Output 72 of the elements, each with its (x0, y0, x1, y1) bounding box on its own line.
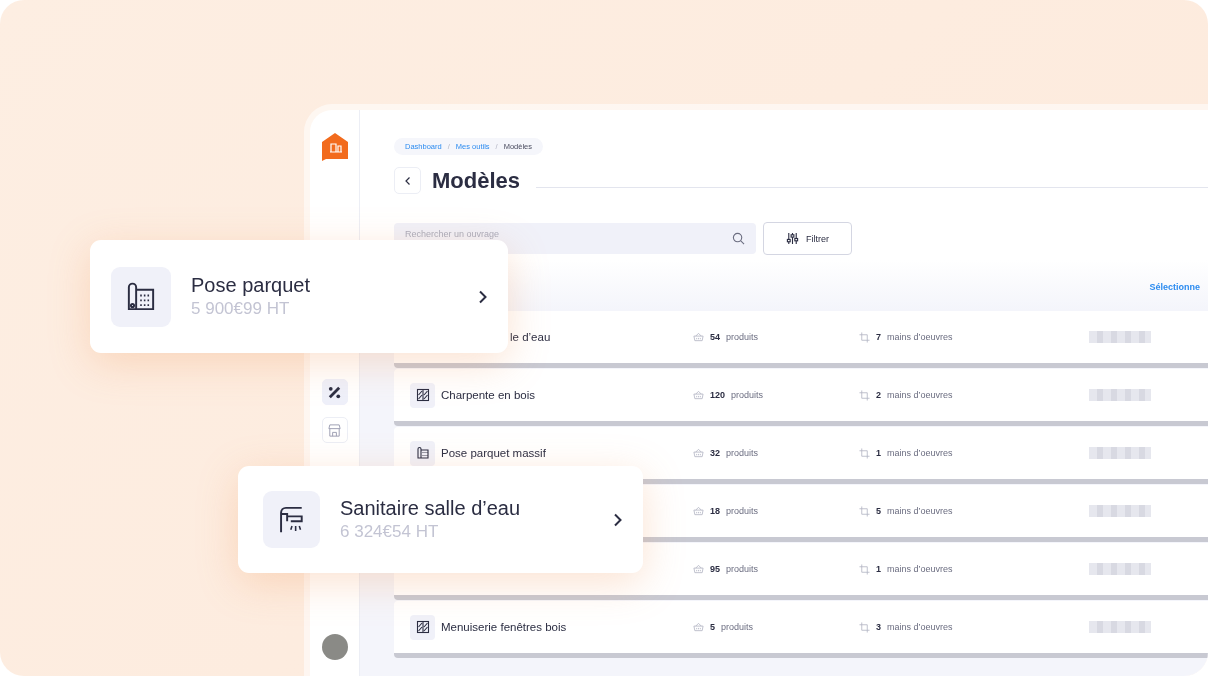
products-count: 120 (710, 390, 726, 400)
products-label: produits (726, 564, 759, 574)
blurred-price (1089, 389, 1151, 401)
labor-count: 1 (876, 448, 881, 458)
products-label: produits (726, 506, 759, 516)
crop-icon (859, 331, 870, 343)
labor-count: 2 (876, 390, 881, 400)
blurred-price (1089, 505, 1151, 517)
labor-count: 7 (876, 332, 881, 342)
crop-icon (859, 505, 870, 517)
basket-icon (693, 390, 704, 400)
model-name: Charpente en bois (441, 389, 535, 401)
filter-button[interactable]: Filtrer (763, 222, 852, 255)
crop-icon (859, 563, 870, 575)
crop-icon (859, 389, 870, 401)
model-name: Pose parquet massif (441, 447, 546, 459)
products-label: produits (721, 622, 754, 632)
products-count: 54 (710, 332, 720, 342)
labor-label: mains d’oeuvres (887, 332, 953, 342)
labor-label: mains d’oeuvres (887, 564, 953, 574)
window-frame-icon (410, 382, 435, 408)
store-nav-button[interactable] (321, 417, 348, 443)
card-title: Pose parquet (191, 274, 311, 297)
basket-icon (693, 448, 704, 458)
labor-count: 1 (876, 564, 881, 574)
faucet-icon (263, 491, 320, 548)
labor-label: mains d’oeuvres (887, 506, 953, 516)
page-title: Modèles (432, 167, 521, 194)
tools-nav-button[interactable] (321, 379, 348, 405)
products-count: 32 (710, 448, 720, 458)
card-price: 5 900€99 HT (191, 299, 291, 319)
floor-roll-icon (111, 266, 171, 327)
tools-icon (327, 384, 342, 400)
chevron-right-icon (613, 512, 623, 527)
labor-label: mains d’oeuvres (887, 448, 953, 458)
blurred-price (1089, 563, 1151, 575)
model-row[interactable]: Pose parquet massif 32 produits 1 mains d’oeuvres (394, 427, 1208, 484)
search-icon (732, 232, 745, 245)
labor-label: mains d’oeuvres (887, 390, 953, 400)
sliders-icon (786, 232, 799, 245)
chevron-right-icon (478, 289, 488, 304)
crop-icon (859, 447, 870, 459)
products-label: produits (731, 390, 764, 400)
model-row[interactable]: le d’eau 54 produits 7 mains d’oeuvres (394, 311, 1208, 368)
basket-icon (693, 332, 704, 342)
blurred-price (1089, 447, 1151, 459)
model-card-tooltip[interactable]: Pose parquet 5 900€99 HT (90, 240, 508, 353)
products-label: produits (726, 448, 759, 458)
store-icon (327, 422, 342, 438)
products-count: 95 (710, 564, 720, 574)
products-count: 18 (710, 506, 720, 516)
model-row[interactable]: Charpente en bois 120 produits 2 mains d’oeuvres (394, 369, 1208, 426)
model-name: Menuiserie fenêtres bois (441, 621, 567, 633)
model-card-tooltip[interactable]: Sanitaire salle d’eau 6 324€54 HT (238, 466, 643, 573)
crop-icon (859, 621, 870, 633)
basket-icon (693, 564, 704, 574)
basket-icon (693, 506, 704, 516)
labor-count: 3 (876, 622, 881, 632)
floor-roll-icon (410, 440, 435, 466)
house-logo-icon (321, 133, 348, 161)
products-count: 5 (710, 622, 715, 632)
basket-icon (693, 622, 704, 632)
labor-count: 5 (876, 506, 881, 516)
labor-label: mains d’oeuvres (887, 622, 953, 632)
blurred-price (1089, 331, 1151, 343)
back-button[interactable] (394, 167, 421, 194)
window-frame-icon (410, 614, 435, 640)
model-name: le d’eau (510, 331, 551, 343)
model-row[interactable]: Menuiserie fenêtres bois 5 produits 3 mains d’oeuvres (394, 601, 1208, 658)
user-avatar[interactable] (321, 634, 348, 660)
blurred-price (1089, 621, 1151, 633)
products-label: produits (726, 332, 759, 342)
